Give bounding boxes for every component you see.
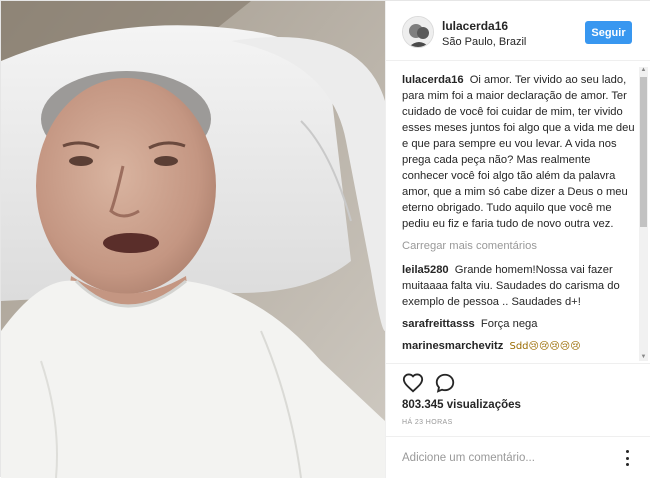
comment-username[interactable]: sarafreittasss [402,318,475,330]
follow-button[interactable]: Seguir [585,21,632,44]
comment-item: leila5280 Grande homem!Nossa vai fazer m… [402,262,635,310]
avatar[interactable] [402,16,434,48]
load-more-comments-link[interactable]: Carregar mais comentários [402,238,635,254]
add-comment-bar [386,436,650,478]
post-actions: 803.345 visualizações HÁ 23 HORAS [386,363,650,431]
location-link[interactable]: São Paulo, Brazil [442,36,526,48]
comment-username[interactable]: marinesmarchevitz [402,340,503,352]
avatar-image [403,17,433,47]
scroll-down-arrow-icon[interactable]: ▼ [640,354,647,361]
post-caption: lulacerda16 Oi amor. Ter vivido ao seu l… [402,72,635,232]
comment-text: Força nega [480,318,538,330]
username-link[interactable]: lulacerda16 [442,19,508,33]
post-details-panel: lulacerda16 São Paulo, Brazil Seguir lul… [385,1,650,478]
caption-username[interactable]: lulacerda16 [402,74,464,86]
comment-item: sarafreittasss Força nega [402,316,635,332]
video-frame-image [1,1,385,478]
more-options-icon[interactable] [620,450,634,466]
instagram-post-window: lulacerda16 São Paulo, Brazil Seguir lul… [0,0,650,478]
comment-username[interactable]: leila5280 [402,264,449,276]
dot [625,450,629,453]
comment-text: Sdd😢😢😢😢😢 [509,341,581,352]
post-timestamp[interactable]: HÁ 23 HORAS [402,419,453,426]
caption-text: Oi amor. Ter vivido ao seu lado, para mi… [402,74,635,230]
comment-icon[interactable] [434,372,456,394]
post-header: lulacerda16 São Paulo, Brazil Seguir [386,1,650,61]
comment-item: marinesmarchevitz Sdd😢😢😢😢😢 [402,338,635,355]
scroll-up-arrow-icon[interactable]: ▲ [640,67,647,74]
comments-scrollbar[interactable]: ▲ ▼ [639,67,648,361]
scrollbar-thumb[interactable] [640,77,647,227]
dot [625,463,629,466]
heart-icon[interactable] [402,372,424,394]
add-comment-input[interactable] [402,449,612,467]
view-count[interactable]: 803.345 visualizações [402,399,521,411]
comment-item: julianabrazribeiro 😢😢😢 [402,361,635,362]
dot [625,456,629,460]
post-video[interactable] [1,1,385,478]
comments-list[interactable]: lulacerda16 Oi amor. Ter vivido ao seu l… [402,72,635,362]
